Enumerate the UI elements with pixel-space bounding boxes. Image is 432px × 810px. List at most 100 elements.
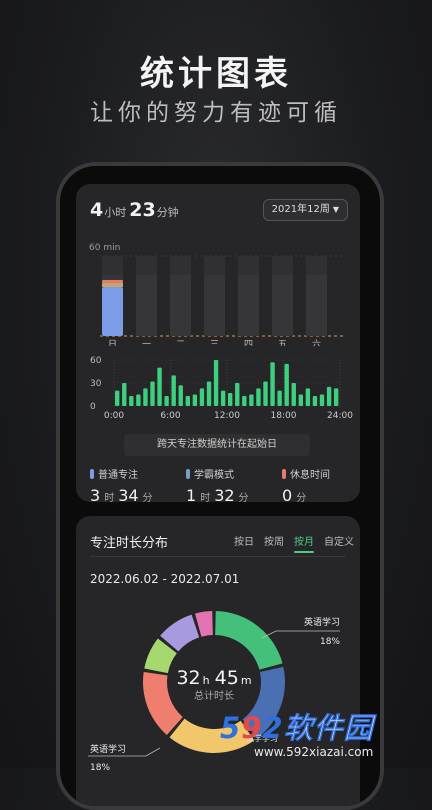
legend-swatch [282,468,286,479]
hour-bar [305,388,311,406]
x-tick-label: 三 [210,340,219,346]
hour-bar [122,383,127,406]
hour-bar [263,381,268,406]
bar-segment-scholar [102,283,123,287]
bar-track-inner [238,275,259,336]
hour-bar [249,394,254,406]
x-tick-label: 18:00 [271,411,297,421]
stat-label: 普通专注 [98,470,138,481]
callout-label: 英语学习 [304,616,340,628]
minutes-unit: 分钟 [156,206,179,219]
hour-bar [157,367,162,406]
tab-by-day[interactable]: 按日 [234,533,254,548]
period-tabs: 按日 按周 按月 自定义 [224,533,354,553]
divider [90,556,346,557]
watermark-digit: 2 [262,711,284,745]
callout-percent: 18% [90,763,110,773]
watermark-text: 软件园 [283,711,374,746]
hour-bar [298,394,304,406]
x-tick-label: 6:00 [160,411,180,421]
stat-unit-minutes: 分 [296,493,307,504]
hours-unit: 小时 [104,206,127,219]
y-axis-label: 60 min [89,243,120,253]
hour-bar [150,381,155,406]
distribution-card: 专注时长分布 按日 按周 按月 自定义 2022.06.02 - 2022.07… [76,516,360,806]
hour-bar [206,381,212,406]
stat-unit-minutes: 分 [238,493,249,504]
hour-bar [220,390,226,406]
watermark-digit: 9 [241,711,263,745]
x-tick-label: 六 [312,338,321,346]
x-tick-label: 12:00 [214,411,240,421]
hour-bar [228,392,233,406]
x-tick-label: 五 [278,340,287,346]
bar-track-inner [306,275,327,336]
weekly-bar-chart: 60 min 日 一 二 三 四 五 六 [89,243,346,346]
stat-unit-minutes: 分 [142,493,153,504]
hour-bar [213,360,219,406]
hour-bar [319,394,325,406]
hours-value: 32 [176,667,200,689]
callout-percent: 18% [320,637,340,647]
hour-bar [326,386,332,406]
hour-bar [129,396,134,406]
hour-bar [312,396,318,406]
total-focus-time: 4小时 23分钟 [90,199,182,221]
legend-swatch [186,468,190,479]
hero-title: 统计图表 [140,54,292,94]
hours-value: 4 [90,199,104,221]
tab-by-month[interactable]: 按月 [294,533,314,553]
stat-label: 休息时间 [290,470,330,481]
hour-bar [192,394,198,406]
watermark-digit: 5 [220,711,242,745]
stat-label: 学霸模式 [194,470,234,481]
bar-track-inner [136,275,157,336]
hour-bar [164,396,169,406]
stat-value-minutes: 0 [282,486,293,505]
x-tick-label: 日 [108,339,117,346]
date-range: 2022.06.02 - 2022.07.01 [90,572,240,586]
week-selector-label: 2021年12周 [271,204,330,215]
stat-unit-hours: 时 [104,493,115,504]
watermark-url: www.592xiazai.com [254,745,374,759]
tab-by-week[interactable]: 按周 [264,533,284,548]
chevron-down-icon: ▼ [332,205,339,214]
stat-scholar-mode: 学霸模式 1 时 32 分 [186,466,253,505]
distribution-title: 专注时长分布 [90,536,169,551]
total-time-label: 总计时长 [194,689,234,702]
hour-bar [291,383,296,406]
hour-bar [199,388,205,406]
hour-bar [277,390,282,406]
distribution-donut-chart: 32 h 45 m总计时长英语学习18%英语学习18%数学学习 [88,611,340,773]
tab-custom[interactable]: 自定义 [324,533,354,548]
stat-value-hours: 3 [90,486,101,505]
stat-rest-time: 休息时间 0分 [282,466,330,505]
legend-swatch [90,468,94,479]
hour-bar [136,394,141,406]
hour-bar [284,363,289,406]
week-selector[interactable]: 2021年12周 ▼ [262,199,348,221]
bar-track-inner [170,275,191,336]
hour-bar [178,385,183,406]
x-tick-label: 四 [244,340,253,346]
x-tick-label: 24:00 [327,411,353,421]
x-tick-label: 一 [142,340,151,346]
stat-value-minutes: 32 [214,486,235,505]
hour-bar [235,383,240,406]
y-tick-label: 30 [90,379,102,389]
donut-slice [195,611,213,637]
bar-track-inner [272,275,293,336]
hour-bar [270,362,275,406]
minutes-unit: m [241,674,252,687]
hour-bar [256,388,261,406]
hour-bar [242,396,247,406]
hour-bar [333,388,339,406]
minutes-value: 23 [129,199,156,221]
bar-segment-normal [102,287,123,336]
hero-subtitle: 让你的努力有迹可循 [90,100,342,126]
watermark-logo: 592软件园 [220,705,374,747]
hourly-bar-chart: 60 30 0 0:00 6:00 12:00 18:00 24:00 [90,356,353,421]
weekly-stats-card: 4小时 23分钟 2021年12周 ▼ 60 min 日一二三四五六 60 30 0 0:0… [76,184,360,505]
site-watermark: 592软件园 www.592xiazai.com [220,705,430,765]
x-tick-label: 二 [176,340,185,346]
